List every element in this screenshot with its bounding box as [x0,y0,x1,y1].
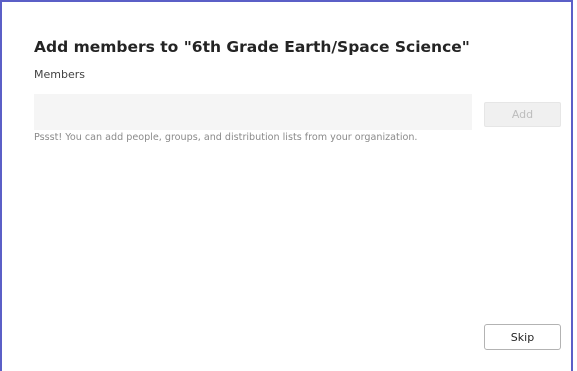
members-input[interactable] [34,94,472,130]
skip-button[interactable]: Skip [484,324,561,350]
add-members-dialog: Add members to "6th Grade Earth/Space Sc… [0,0,573,371]
members-label: Members [34,68,85,81]
dialog-title: Add members to "6th Grade Earth/Space Sc… [34,38,470,56]
add-button[interactable]: Add [484,102,561,127]
members-hint-text: Pssst! You can add people, groups, and d… [34,132,418,143]
